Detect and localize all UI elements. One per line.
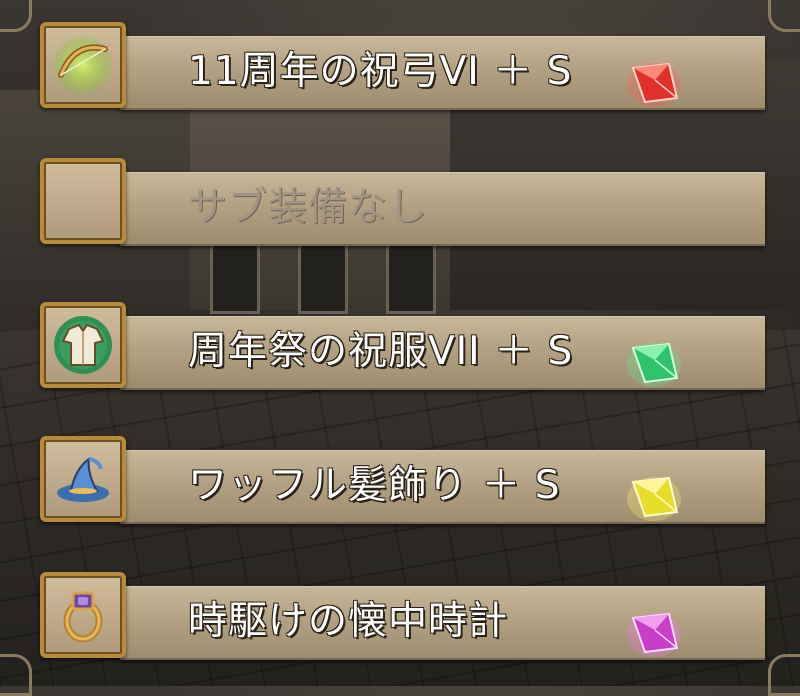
item-name: 周年祭の祝服VII ＋ S [188, 329, 574, 374]
equipment-slot-head[interactable]: ワッフル髪飾り ＋ S [40, 436, 765, 528]
item-name: ワッフル髪飾り ＋ S [188, 463, 561, 508]
frame-corner-ornament [768, 0, 800, 32]
empty-item-icon-frame[interactable] [40, 158, 126, 244]
wizard-hat-icon [57, 456, 109, 502]
item-name: サブ装備なし [188, 185, 429, 230]
item-icon-frame[interactable] [40, 572, 126, 658]
bow-icon [54, 36, 112, 94]
item-name: 時駆けの懐中時計 [188, 599, 509, 644]
equipment-slot-sub[interactable]: サブ装備なし [40, 158, 765, 250]
item-icon-frame[interactable] [40, 436, 126, 522]
red-gem-icon [627, 62, 681, 107]
item-name: 11周年の祝弓VI ＋ S [188, 49, 573, 94]
frame-corner-ornament [0, 0, 32, 32]
item-icon-frame[interactable] [40, 22, 126, 108]
item-icon-frame[interactable] [40, 302, 126, 388]
yellow-gem-icon [627, 476, 681, 521]
frame-corner-ornament [768, 654, 800, 696]
equipment-slot-weapon[interactable]: 11周年の祝弓VI ＋ S [40, 22, 765, 114]
frame-corner-ornament [0, 654, 32, 696]
robe-icon [54, 316, 112, 374]
purple-gem-icon [627, 612, 681, 657]
green-gem-icon [627, 342, 681, 387]
equipment-slot-accessory[interactable]: 時駆けの懐中時計 [40, 572, 765, 664]
ring-icon [63, 591, 103, 643]
equipment-slot-armor[interactable]: 周年祭の祝服VII ＋ S [40, 302, 765, 394]
